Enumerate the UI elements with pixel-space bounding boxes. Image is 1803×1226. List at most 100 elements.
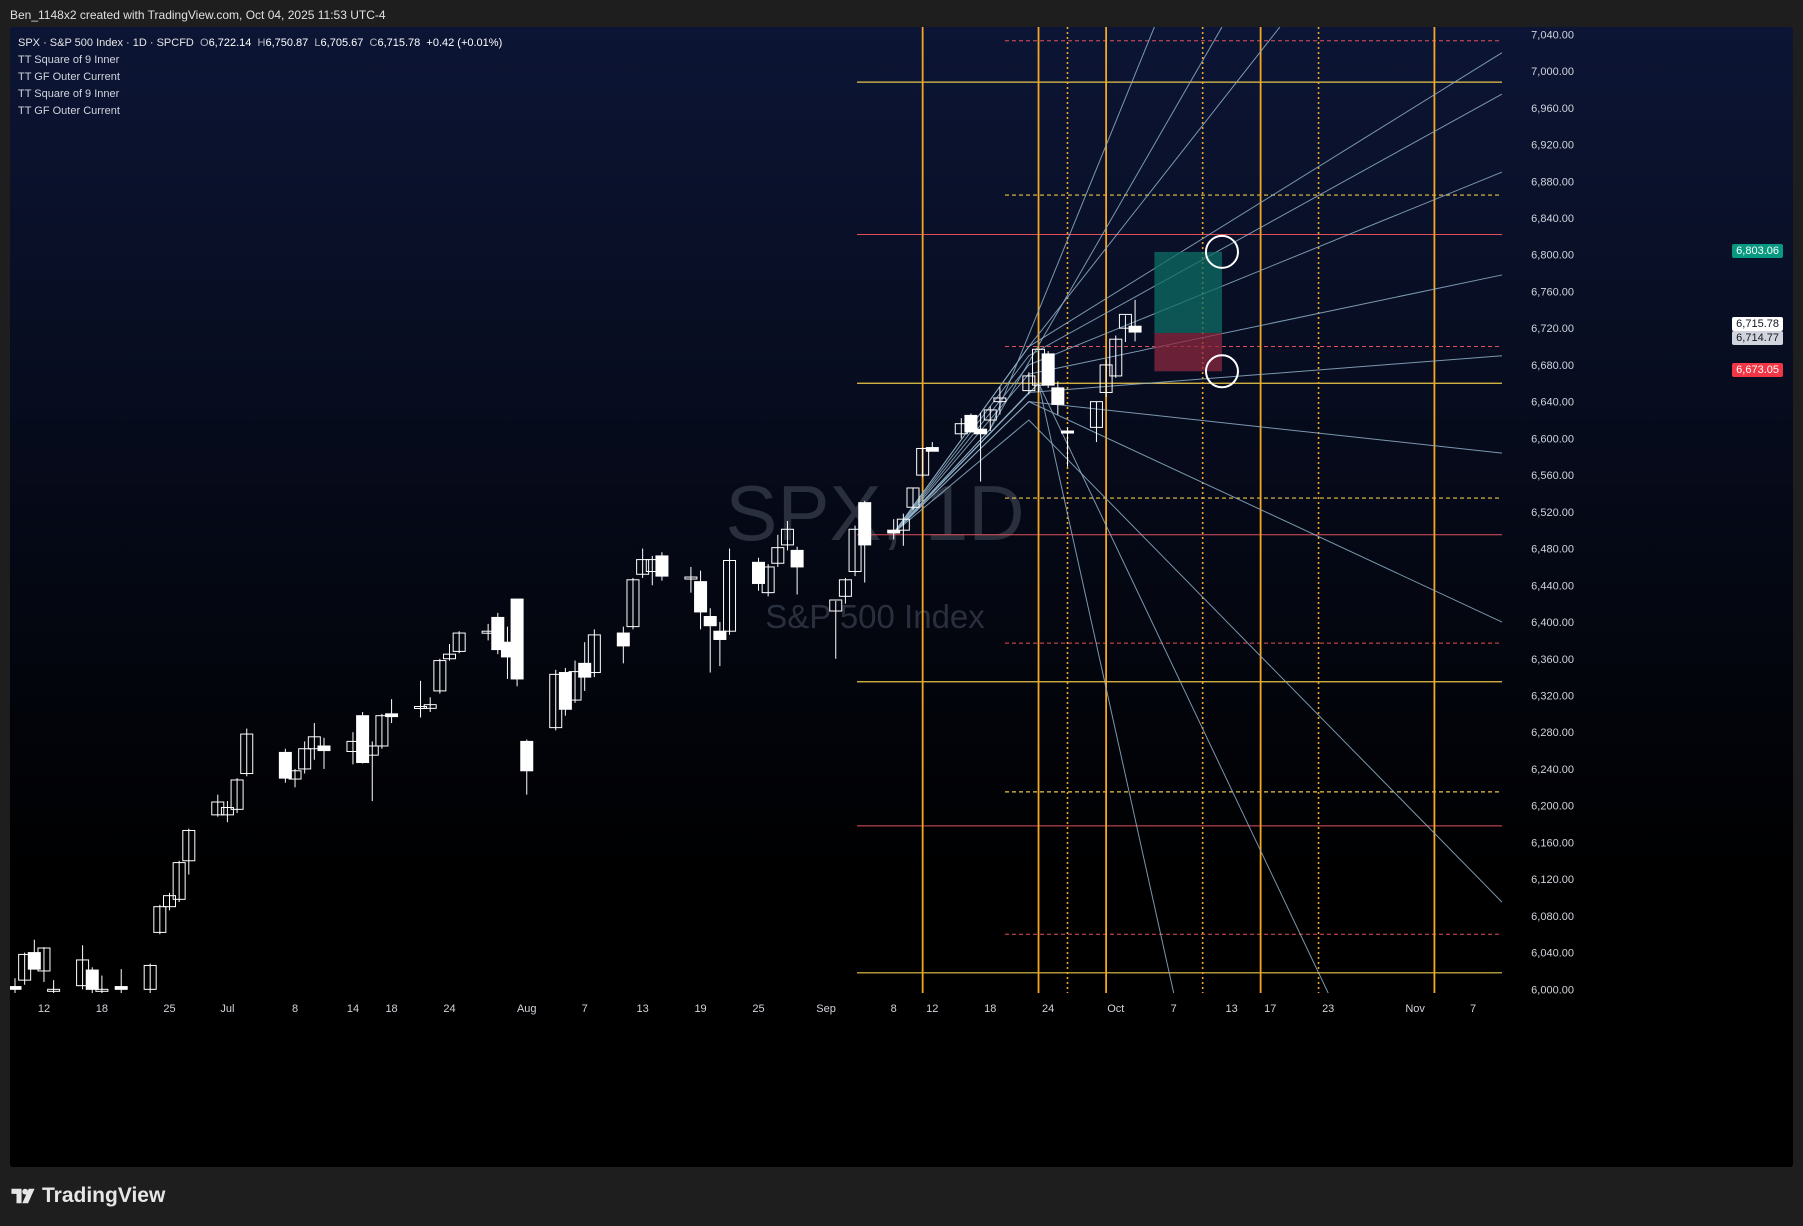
indicator-label[interactable]: TT GF Outer Current bbox=[18, 69, 502, 86]
price-tick-label: 6,640.00 bbox=[1531, 397, 1574, 409]
candle-body-down bbox=[974, 428, 988, 435]
price-chart[interactable]: SPX, 1D S&P 500 Index 6,000.00 6,040.00 6,… bbox=[10, 27, 1793, 1167]
price-tag-green: 6,803.06 bbox=[1732, 243, 1783, 258]
low-value: 6,705.67 bbox=[320, 37, 364, 49]
price-tick-label: 6,920.00 bbox=[1531, 140, 1574, 152]
candle-body-down bbox=[925, 447, 939, 452]
candle-body-down bbox=[114, 986, 128, 990]
candle-body-down bbox=[616, 632, 630, 647]
candle-body-down bbox=[385, 713, 399, 718]
candle-body-down bbox=[278, 751, 292, 779]
stop-zone bbox=[1154, 332, 1222, 372]
price-tick-label: 6,000.00 bbox=[1531, 984, 1574, 996]
chart-frame[interactable]: SPX · S&P 500 Index · 1D · SPCFD O6,722.… bbox=[10, 27, 1793, 1167]
candle-body-down bbox=[85, 969, 99, 990]
candle-body-down bbox=[1041, 353, 1055, 386]
ohlc-row: SPX · S&P 500 Index · 1D · SPCFD O6,722.… bbox=[18, 35, 502, 52]
candle-body-down bbox=[1060, 430, 1074, 434]
price-tick-label: 6,600.00 bbox=[1531, 433, 1574, 445]
candle bbox=[356, 712, 370, 764]
watermark-name: S&P 500 Index bbox=[765, 598, 985, 635]
tradingview-brand: TradingView bbox=[10, 1184, 165, 1208]
candle-body-down bbox=[317, 745, 331, 752]
time-tick-label: 7 bbox=[1171, 1003, 1177, 1015]
open-value: 6,722.14 bbox=[208, 37, 252, 49]
time-tick-label: 18 bbox=[385, 1003, 397, 1015]
price-tick-label: 6,040.00 bbox=[1531, 948, 1574, 960]
time-tick-label: 14 bbox=[347, 1003, 359, 1015]
candle-body-down bbox=[790, 549, 804, 568]
price-tick-label: 7,040.00 bbox=[1531, 29, 1574, 41]
time-tick-label: 8 bbox=[891, 1003, 897, 1015]
indicator-label[interactable]: TT Square of 9 Inner bbox=[18, 52, 502, 69]
candle-body-down bbox=[510, 598, 524, 680]
time-tick-label: Sep bbox=[816, 1003, 836, 1015]
price-tick-label: 6,240.00 bbox=[1531, 764, 1574, 776]
price-tick-label: 6,680.00 bbox=[1531, 360, 1574, 372]
time-tick-label: 12 bbox=[38, 1003, 50, 1015]
price-tick-label: 6,720.00 bbox=[1531, 323, 1574, 335]
price-tag-grey: 6,714.77 bbox=[1732, 330, 1783, 345]
candle bbox=[1041, 351, 1055, 388]
candle-body-down bbox=[1051, 387, 1065, 405]
price-tick-label: 7,000.00 bbox=[1531, 66, 1574, 78]
price-tick-label: 6,360.00 bbox=[1531, 654, 1574, 666]
price-tick-label: 6,160.00 bbox=[1531, 837, 1574, 849]
candle-body-down bbox=[578, 662, 592, 678]
candle bbox=[558, 667, 572, 716]
time-tick-label: 19 bbox=[694, 1003, 706, 1015]
time-tick-label: Nov bbox=[1405, 1003, 1425, 1015]
candle-body-down bbox=[10, 986, 22, 990]
time-tick-label: 24 bbox=[443, 1003, 455, 1015]
time-tick-label: 7 bbox=[1470, 1003, 1476, 1015]
header-text: Ben_1148x2 created with TradingView.com,… bbox=[10, 8, 386, 22]
candle bbox=[510, 598, 524, 687]
price-tag-red: 6,673.05 bbox=[1732, 363, 1783, 378]
candle-body-down bbox=[703, 616, 717, 627]
time-tick-label: 25 bbox=[752, 1003, 764, 1015]
price-tick-label: 6,080.00 bbox=[1531, 911, 1574, 923]
price-tick-label: 6,560.00 bbox=[1531, 470, 1574, 482]
time-tick-label: 13 bbox=[637, 1003, 649, 1015]
price-tick-label: 6,800.00 bbox=[1531, 250, 1574, 262]
price-tick-label: 6,880.00 bbox=[1531, 176, 1574, 188]
chart-credit-header: Ben_1148x2 created with TradingView.com,… bbox=[10, 8, 386, 22]
time-tick-label: Oct bbox=[1107, 1003, 1124, 1015]
indicator-label[interactable]: TT Square of 9 Inner bbox=[18, 86, 502, 103]
price-tick-label: 6,400.00 bbox=[1531, 617, 1574, 629]
time-tick-label: 12 bbox=[926, 1003, 938, 1015]
price-tick-label: 6,280.00 bbox=[1531, 727, 1574, 739]
price-tick-label: 6,760.00 bbox=[1531, 286, 1574, 298]
price-tag-white: 6,715.78 bbox=[1732, 317, 1783, 332]
time-tick-label: 23 bbox=[1322, 1003, 1334, 1015]
price-tick-label: 6,440.00 bbox=[1531, 580, 1574, 592]
tradingview-logo-icon bbox=[11, 1188, 35, 1204]
candle-body-down bbox=[694, 581, 708, 613]
candle-body-down bbox=[520, 740, 534, 772]
close-value: 6,715.78 bbox=[377, 37, 421, 49]
price-tick-label: 6,480.00 bbox=[1531, 544, 1574, 556]
time-tick-label: 25 bbox=[163, 1003, 175, 1015]
time-tick-label: 13 bbox=[1226, 1003, 1238, 1015]
price-tick-label: 6,320.00 bbox=[1531, 690, 1574, 702]
change-value: +0.42 (+0.01%) bbox=[426, 37, 503, 49]
candle bbox=[655, 552, 669, 581]
plot-background bbox=[10, 27, 1793, 1167]
time-tick-label: 8 bbox=[292, 1003, 298, 1015]
symbol-info[interactable]: SPX · S&P 500 Index · 1D · SPCFD bbox=[18, 37, 194, 49]
open-label: O bbox=[200, 37, 209, 49]
watermark: SPX, 1D S&P 500 Index bbox=[725, 469, 1024, 635]
candle bbox=[278, 748, 292, 783]
candle-body-down bbox=[655, 555, 669, 577]
candle-body-down bbox=[752, 561, 765, 584]
candle-body-down bbox=[713, 630, 727, 640]
high-value: 6,750.87 bbox=[265, 37, 309, 49]
watermark-symbol: SPX, 1D bbox=[725, 469, 1024, 557]
candle-body-down bbox=[27, 952, 41, 970]
indicator-label[interactable]: TT GF Outer Current bbox=[18, 103, 502, 120]
time-tick-label: 7 bbox=[582, 1003, 588, 1015]
candle-body-down bbox=[558, 672, 572, 710]
time-tick-label: 17 bbox=[1264, 1003, 1276, 1015]
symbol-legend: SPX · S&P 500 Index · 1D · SPCFD O6,722.… bbox=[18, 35, 502, 120]
brand-text: TradingView bbox=[42, 1184, 166, 1207]
